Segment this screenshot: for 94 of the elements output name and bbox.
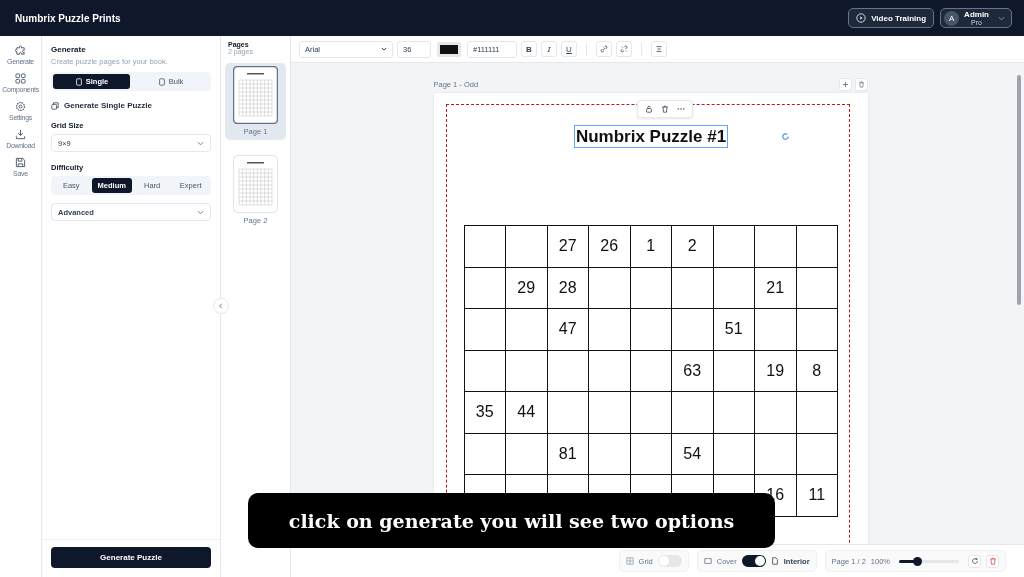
reset-icon [970, 557, 979, 565]
unlink-icon [620, 45, 628, 53]
grid-cell [672, 267, 714, 309]
color-swatch[interactable] [437, 41, 461, 57]
grid-cell [630, 350, 672, 392]
avatar-circle: A [944, 10, 960, 26]
link-button[interactable] [596, 41, 612, 57]
app-title: Numbrix Puzzle Prints [15, 12, 121, 24]
grid-cell: 8 [796, 350, 838, 392]
cover-interior-toggle[interactable] [741, 555, 766, 567]
book-icon [703, 557, 712, 565]
puzzle-icon [15, 45, 26, 56]
zoom-slider[interactable] [899, 559, 959, 563]
grid-cell [506, 350, 548, 392]
copy-icon [51, 101, 59, 110]
page-thumbnail-drawing [233, 66, 278, 124]
reset-zoom-button[interactable] [968, 554, 981, 568]
grid-cell [755, 309, 797, 351]
grid-cell: 54 [672, 433, 714, 475]
grid-cell: 47 [547, 309, 589, 351]
grid-cell [755, 433, 797, 475]
grid-cell [672, 309, 714, 351]
grid-cell [506, 309, 548, 351]
document-icon [74, 77, 83, 86]
lock-icon[interactable] [644, 105, 653, 113]
delete-button[interactable] [986, 554, 999, 568]
grid-cell: 27 [547, 226, 589, 268]
grid-cell [796, 433, 838, 475]
grid-cell [547, 350, 589, 392]
chevron-left-icon [218, 303, 224, 309]
grid-cell: 19 [755, 350, 797, 392]
grid-cell [589, 350, 631, 392]
grid-cell [547, 392, 589, 434]
grid-cell [713, 267, 755, 309]
chevron-down-icon [197, 140, 204, 146]
plus-icon [841, 80, 849, 88]
link-icon [600, 45, 608, 53]
grid-cell [630, 392, 672, 434]
save-icon [15, 157, 26, 168]
more-icon[interactable] [676, 107, 685, 111]
document-icon [157, 77, 166, 86]
format-button[interactable]: U [561, 41, 577, 57]
grid-cell: 29 [506, 267, 548, 309]
grid-cell: 1 [630, 226, 672, 268]
grid-cell: 63 [672, 350, 714, 392]
add-page-button[interactable] [838, 77, 852, 91]
format-button[interactable]: B [521, 41, 537, 57]
grid-cell [589, 267, 631, 309]
puzzle-title[interactable]: Numbrix Puzzle #1 [573, 125, 729, 148]
trash-icon[interactable] [660, 105, 669, 113]
grid-cell [796, 309, 838, 351]
grid-cell [713, 350, 755, 392]
trash-icon [857, 80, 865, 88]
grid-cell: 11 [796, 475, 838, 517]
page-thumbnail-drawing [233, 155, 278, 213]
grid-cell: 2 [672, 226, 714, 268]
generate-puzzle-button[interactable]: Generate Puzzle [51, 547, 211, 568]
video-training-button[interactable]: Video Training [848, 8, 935, 28]
grid-cell [796, 392, 838, 434]
grid-cell: 26 [589, 226, 631, 268]
grid-cell: 28 [547, 267, 589, 309]
delete-page-button[interactable] [854, 77, 868, 91]
grid-cell [589, 309, 631, 351]
panel-heading: Generate [51, 45, 87, 54]
section-title: Generate Single Puzzle [64, 101, 153, 110]
grid-cell: 51 [713, 309, 755, 351]
grid-cell [755, 392, 797, 434]
chevron-down-icon [998, 15, 1005, 21]
grid-cell [630, 267, 672, 309]
grid-cell [713, 392, 755, 434]
collapse-button[interactable] [213, 298, 229, 314]
align-center-icon [655, 45, 663, 53]
download-icon [15, 129, 26, 140]
grid-icon [15, 73, 26, 84]
chevron-down-icon [197, 209, 204, 215]
grid-cell [796, 267, 838, 309]
trash-icon [988, 557, 997, 565]
format-button[interactable]: I [541, 41, 557, 57]
grid-cell: 21 [755, 267, 797, 309]
grid-cell [672, 392, 714, 434]
grid-cell [589, 392, 631, 434]
align-center-button[interactable] [651, 41, 667, 57]
grid-cell: 44 [506, 392, 548, 434]
grid-cell: 35 [464, 392, 506, 434]
document-icon [770, 557, 779, 565]
unlink-button[interactable] [616, 41, 632, 57]
grid-toggle[interactable] [657, 555, 682, 567]
settings-icon [15, 101, 26, 112]
rotate-icon[interactable] [780, 132, 790, 141]
grid-cell [630, 309, 672, 351]
grid-cell: 81 [547, 433, 589, 475]
chevron-down-icon [381, 47, 387, 51]
play-icon [856, 13, 867, 23]
grid-icon [625, 557, 634, 565]
